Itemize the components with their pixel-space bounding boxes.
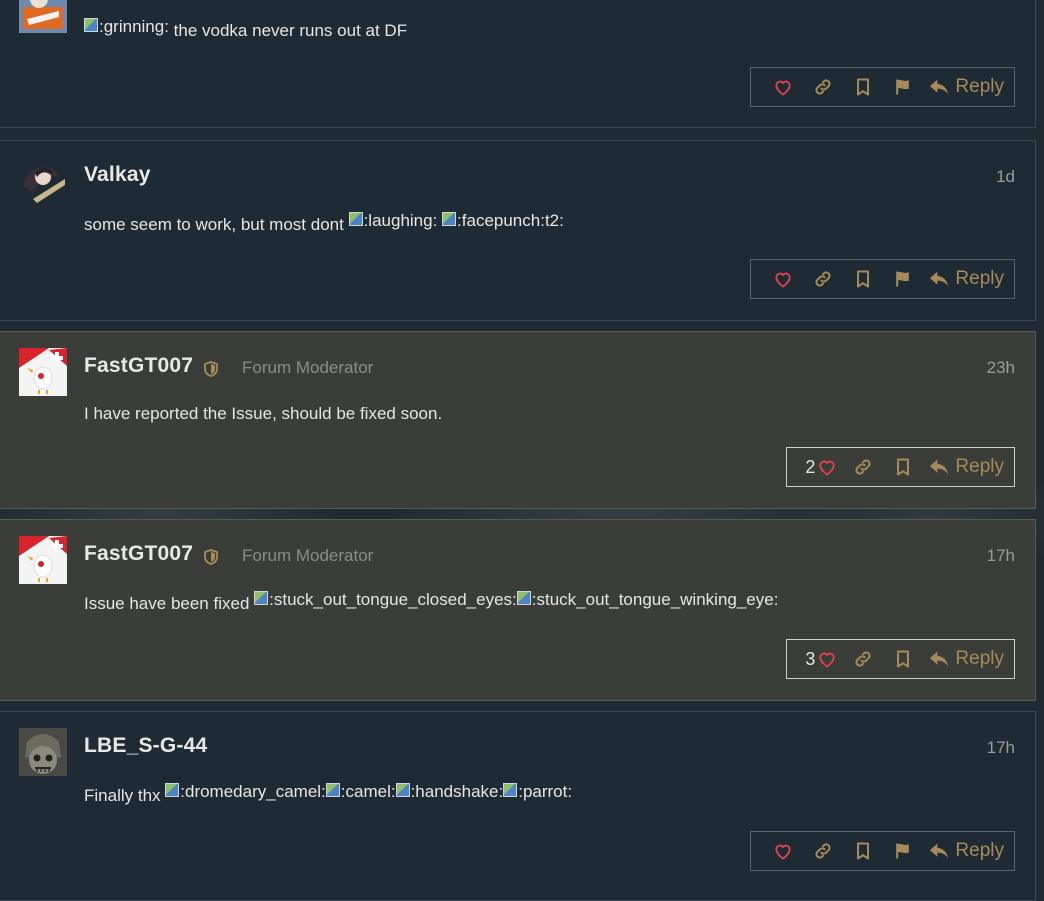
bookmark-icon: [857, 78, 870, 96]
post-body: I have reported the Issue, should be fix…: [84, 404, 442, 424]
post-actions: 2 Reply: [786, 447, 1015, 487]
username[interactable]: Valkay: [84, 163, 151, 187]
copy-link-button[interactable]: [803, 68, 843, 106]
flag-icon: [896, 271, 910, 287]
username[interactable]: FastGT007: [84, 354, 193, 378]
emoji: :parrot:: [503, 782, 572, 802]
avatar[interactable]: [19, 0, 67, 33]
like-count: 3: [805, 648, 816, 669]
emoji: :stuck_out_tongue_closed_eyes:: [254, 590, 517, 610]
heart-icon: [775, 272, 792, 288]
heart-icon: [775, 80, 792, 96]
username[interactable]: FastGT007: [84, 542, 193, 566]
reply-button[interactable]: Reply: [929, 840, 1004, 862]
post-text: the vodka never runs out at DF: [173, 21, 408, 40]
emoji: :grinning:: [84, 17, 169, 37]
reply-button[interactable]: Reply: [929, 76, 1004, 98]
avatar[interactable]: [19, 728, 67, 776]
moderator-shield-icon: [204, 549, 218, 565]
post-time[interactable]: 1d: [996, 167, 1015, 187]
post-body: Finally thx :dromedary_camel::camel::han…: [84, 782, 572, 806]
avatar[interactable]: [19, 348, 67, 396]
post-text: some seem to work, but most dont: [84, 215, 344, 234]
reply-button[interactable]: Reply: [929, 648, 1004, 670]
bookmark-icon: [857, 842, 870, 860]
bookmark-icon: [897, 458, 910, 476]
reply-label: Reply: [955, 268, 1004, 289]
emoji: :laughing:: [349, 211, 438, 231]
reply-arrow-icon: [930, 843, 949, 859]
flag-icon: [896, 79, 910, 95]
bookmark-button[interactable]: [883, 448, 923, 486]
link-icon: [815, 79, 831, 95]
post-text: I have reported the Issue, should be fix…: [84, 404, 443, 423]
reply-button[interactable]: Reply: [929, 456, 1004, 478]
post-time[interactable]: 17h: [987, 738, 1015, 758]
post-body: some seem to work, but most dont :laughi…: [84, 211, 564, 235]
moderator-shield-icon: [204, 361, 218, 377]
flag-button[interactable]: [883, 68, 923, 106]
bookmark-icon: [857, 270, 870, 288]
avatar[interactable]: [19, 536, 67, 584]
heart-icon: [819, 652, 836, 668]
bookmark-button[interactable]: [843, 68, 883, 106]
copy-link-button[interactable]: [803, 260, 843, 298]
copy-link-button[interactable]: [843, 448, 883, 486]
reply-button[interactable]: Reply: [929, 268, 1004, 290]
bookmark-icon: [897, 650, 910, 668]
post-time[interactable]: 23h: [987, 358, 1015, 378]
reply-label: Reply: [955, 76, 1004, 97]
reply-arrow-icon: [930, 79, 949, 95]
like-button[interactable]: 3: [799, 640, 843, 678]
post-text: Issue have been fixed: [84, 594, 250, 613]
avatar[interactable]: [19, 155, 67, 203]
like-count: 2: [805, 456, 816, 477]
emoji: :handshake:: [396, 782, 504, 802]
link-icon: [855, 651, 871, 667]
post-body: Issue have been fixed :stuck_out_tongue_…: [84, 590, 778, 614]
like-button[interactable]: [763, 832, 803, 870]
post-body: :grinning: the vodka never runs out at D…: [84, 17, 408, 41]
heart-icon: [819, 460, 836, 476]
heart-icon: [775, 844, 792, 860]
post: Valkay 1d some seem to work, but most do…: [0, 140, 1036, 321]
emoji: :facepunch:t2:: [442, 211, 564, 231]
reply-arrow-icon: [930, 651, 949, 667]
reply-label: Reply: [955, 648, 1004, 669]
post-time[interactable]: 17h: [987, 546, 1015, 566]
like-button[interactable]: 2: [799, 448, 843, 486]
reply-arrow-icon: [930, 271, 949, 287]
flag-icon: [896, 843, 910, 859]
like-button[interactable]: [763, 68, 803, 106]
copy-link-button[interactable]: [843, 640, 883, 678]
reply-label: Reply: [955, 456, 1004, 477]
reply-label: Reply: [955, 840, 1004, 861]
emoji: :stuck_out_tongue_winking_eye:: [517, 590, 779, 610]
post-actions: Reply: [750, 831, 1015, 871]
post-actions: 3 Reply: [786, 639, 1015, 679]
flag-button[interactable]: [883, 260, 923, 298]
post: FastGT007 Forum Moderator 17h Issue have…: [0, 519, 1036, 701]
username[interactable]: LBE_S-G-44: [84, 734, 207, 758]
bookmark-button[interactable]: [883, 640, 923, 678]
emoji: :camel:: [326, 782, 396, 802]
reply-arrow-icon: [930, 459, 949, 475]
post: FastGT007 Forum Moderator 23h I have rep…: [0, 331, 1036, 509]
emoji: :dromedary_camel:: [165, 782, 326, 802]
user-title: Forum Moderator: [242, 358, 374, 377]
link-icon: [815, 843, 831, 859]
link-icon: [815, 271, 831, 287]
post: LBE_S-G-44 17h Finally thx :dromedary_ca…: [0, 711, 1036, 901]
post-actions: Reply: [750, 67, 1015, 107]
copy-link-button[interactable]: [803, 832, 843, 870]
like-button[interactable]: [763, 260, 803, 298]
bookmark-button[interactable]: [843, 260, 883, 298]
bookmark-button[interactable]: [843, 832, 883, 870]
user-title: Forum Moderator: [242, 546, 374, 565]
post-actions: Reply: [750, 259, 1015, 299]
flag-button[interactable]: [883, 832, 923, 870]
post-text: Finally thx: [84, 786, 161, 805]
link-icon: [855, 459, 871, 475]
post: :grinning: the vodka never runs out at D…: [0, 0, 1036, 128]
